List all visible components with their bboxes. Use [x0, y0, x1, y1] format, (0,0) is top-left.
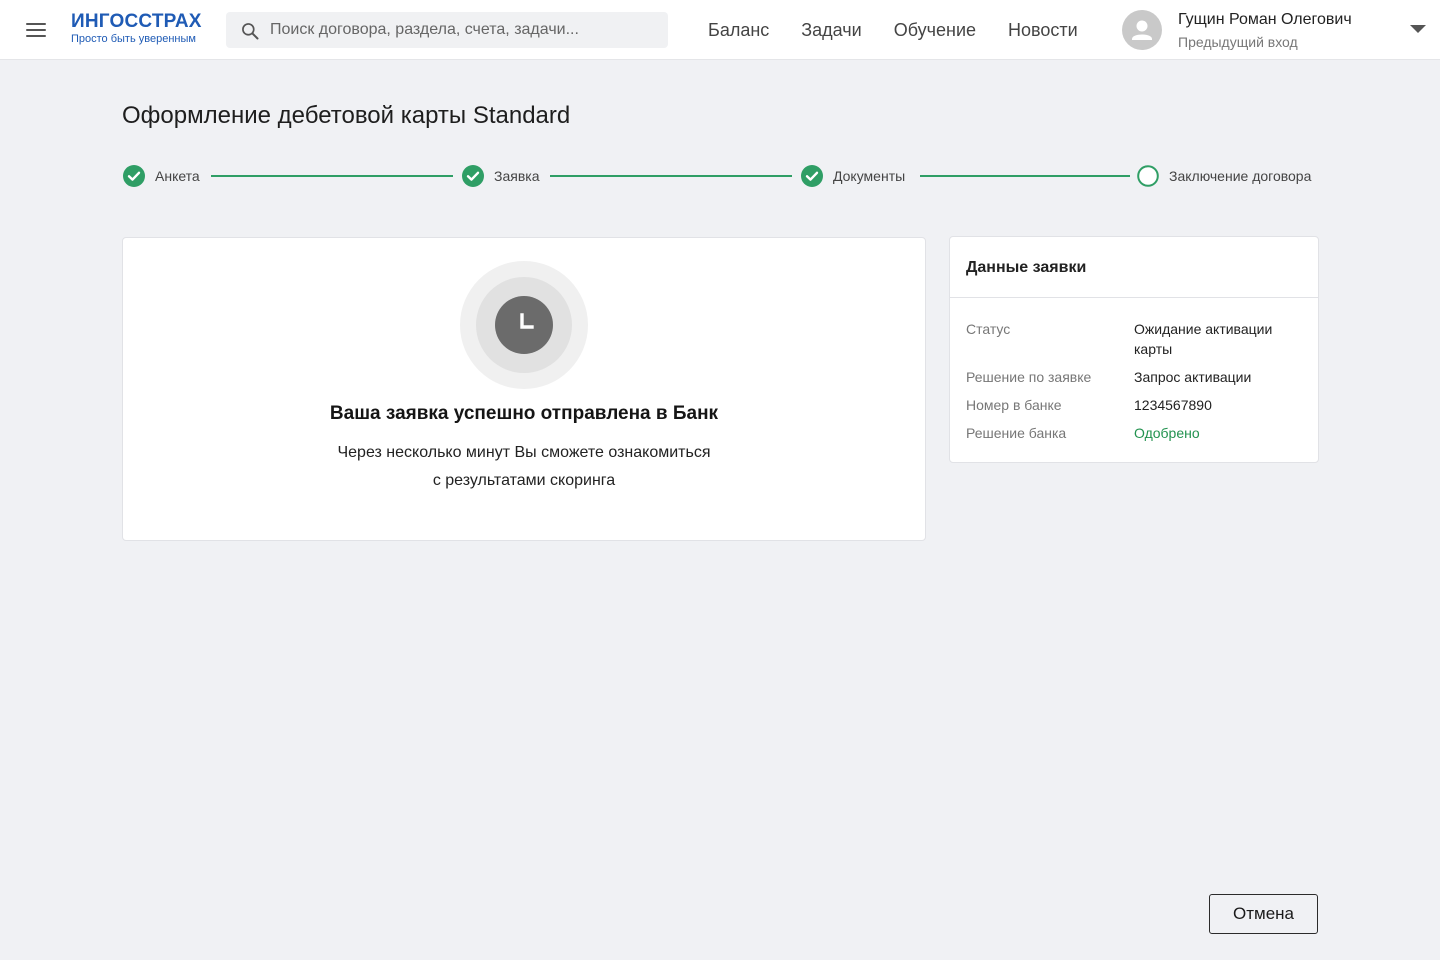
status-title: Ваша заявка успешно отправлена в Банк [329, 403, 719, 424]
step-label: Заключение договора [1169, 168, 1312, 184]
step-documents: Документы [801, 165, 905, 187]
nav-item-tasks[interactable]: Задачи [801, 18, 861, 42]
status-description-line: с результатами скоринга [432, 472, 616, 489]
step-label: Документы [833, 168, 906, 184]
check-circle-icon [123, 165, 145, 187]
detail-value: Ожидание активации карты [1134, 321, 1273, 357]
step-label: Заявка [494, 168, 540, 184]
search-icon [242, 23, 259, 40]
nav-item-learning[interactable]: Обучение [894, 18, 976, 42]
status-description-line: Через несколько минут Вы сможете ознаком… [337, 444, 711, 461]
empty-circle-icon [1137, 165, 1159, 187]
status-description: Через несколько минут Вы сможете ознаком… [123, 439, 925, 495]
user-name: Гущин Роман Олегович [1178, 11, 1352, 28]
detail-value: Запрос активации [1134, 369, 1252, 385]
user-menu[interactable]: Гущин Роман Олегович Предыдущий вход [1122, 9, 1426, 51]
divider [950, 297, 1318, 298]
check-circle-icon [801, 165, 823, 187]
status-card: Ваша заявка успешно отправлена в Банк Че… [122, 237, 926, 541]
step-application: Заявка [462, 165, 539, 187]
search-bar[interactable] [226, 12, 668, 48]
detail-label: Статус [966, 321, 1011, 337]
clock-icon [495, 296, 553, 354]
main-nav: Баланс Задачи Обучение Новости [708, 18, 1110, 42]
detail-value: 1234567890 [1134, 397, 1212, 413]
page-title: Оформление дебетовой карты Standard [122, 102, 571, 129]
nav-item-balance[interactable]: Баланс [708, 18, 769, 42]
search-input[interactable] [270, 12, 660, 48]
avatar [1122, 10, 1162, 50]
step-questionnaire: Анкета [123, 165, 200, 187]
logo[interactable]: ИНГОССТРАХ Просто быть уверенным [71, 11, 202, 46]
logo-title: ИНГОССТРАХ [71, 11, 202, 32]
step-label: Анкета [155, 168, 200, 184]
stepper-connector [211, 175, 453, 177]
check-circle-icon [462, 165, 484, 187]
approved-badge: Одобрено [1134, 425, 1200, 441]
stepper-connector [550, 175, 792, 177]
panel-title: Данные заявки [966, 259, 1087, 276]
application-details-panel: Данные заявки Статус Ожидание активации … [949, 236, 1319, 463]
user-icon [1132, 20, 1152, 40]
top-header: ИНГОССТРАХ Просто быть уверенным Баланс … [0, 0, 1440, 60]
stepper-connector [920, 175, 1130, 177]
clock-icon-wrapper [460, 261, 588, 389]
menu-icon[interactable] [26, 20, 46, 40]
previous-login-label: Предыдущий вход [1178, 34, 1298, 50]
chevron-down-icon[interactable] [1410, 25, 1426, 33]
logo-subtitle: Просто быть уверенным [71, 33, 196, 45]
step-contract: Заключение договора [1137, 165, 1311, 187]
detail-label: Решение банка [966, 425, 1067, 441]
cancel-button[interactable]: Отмена [1209, 894, 1318, 934]
detail-label: Решение по заявке [966, 369, 1092, 385]
nav-item-news[interactable]: Новости [1008, 18, 1078, 42]
detail-label: Номер в банке [966, 397, 1062, 413]
